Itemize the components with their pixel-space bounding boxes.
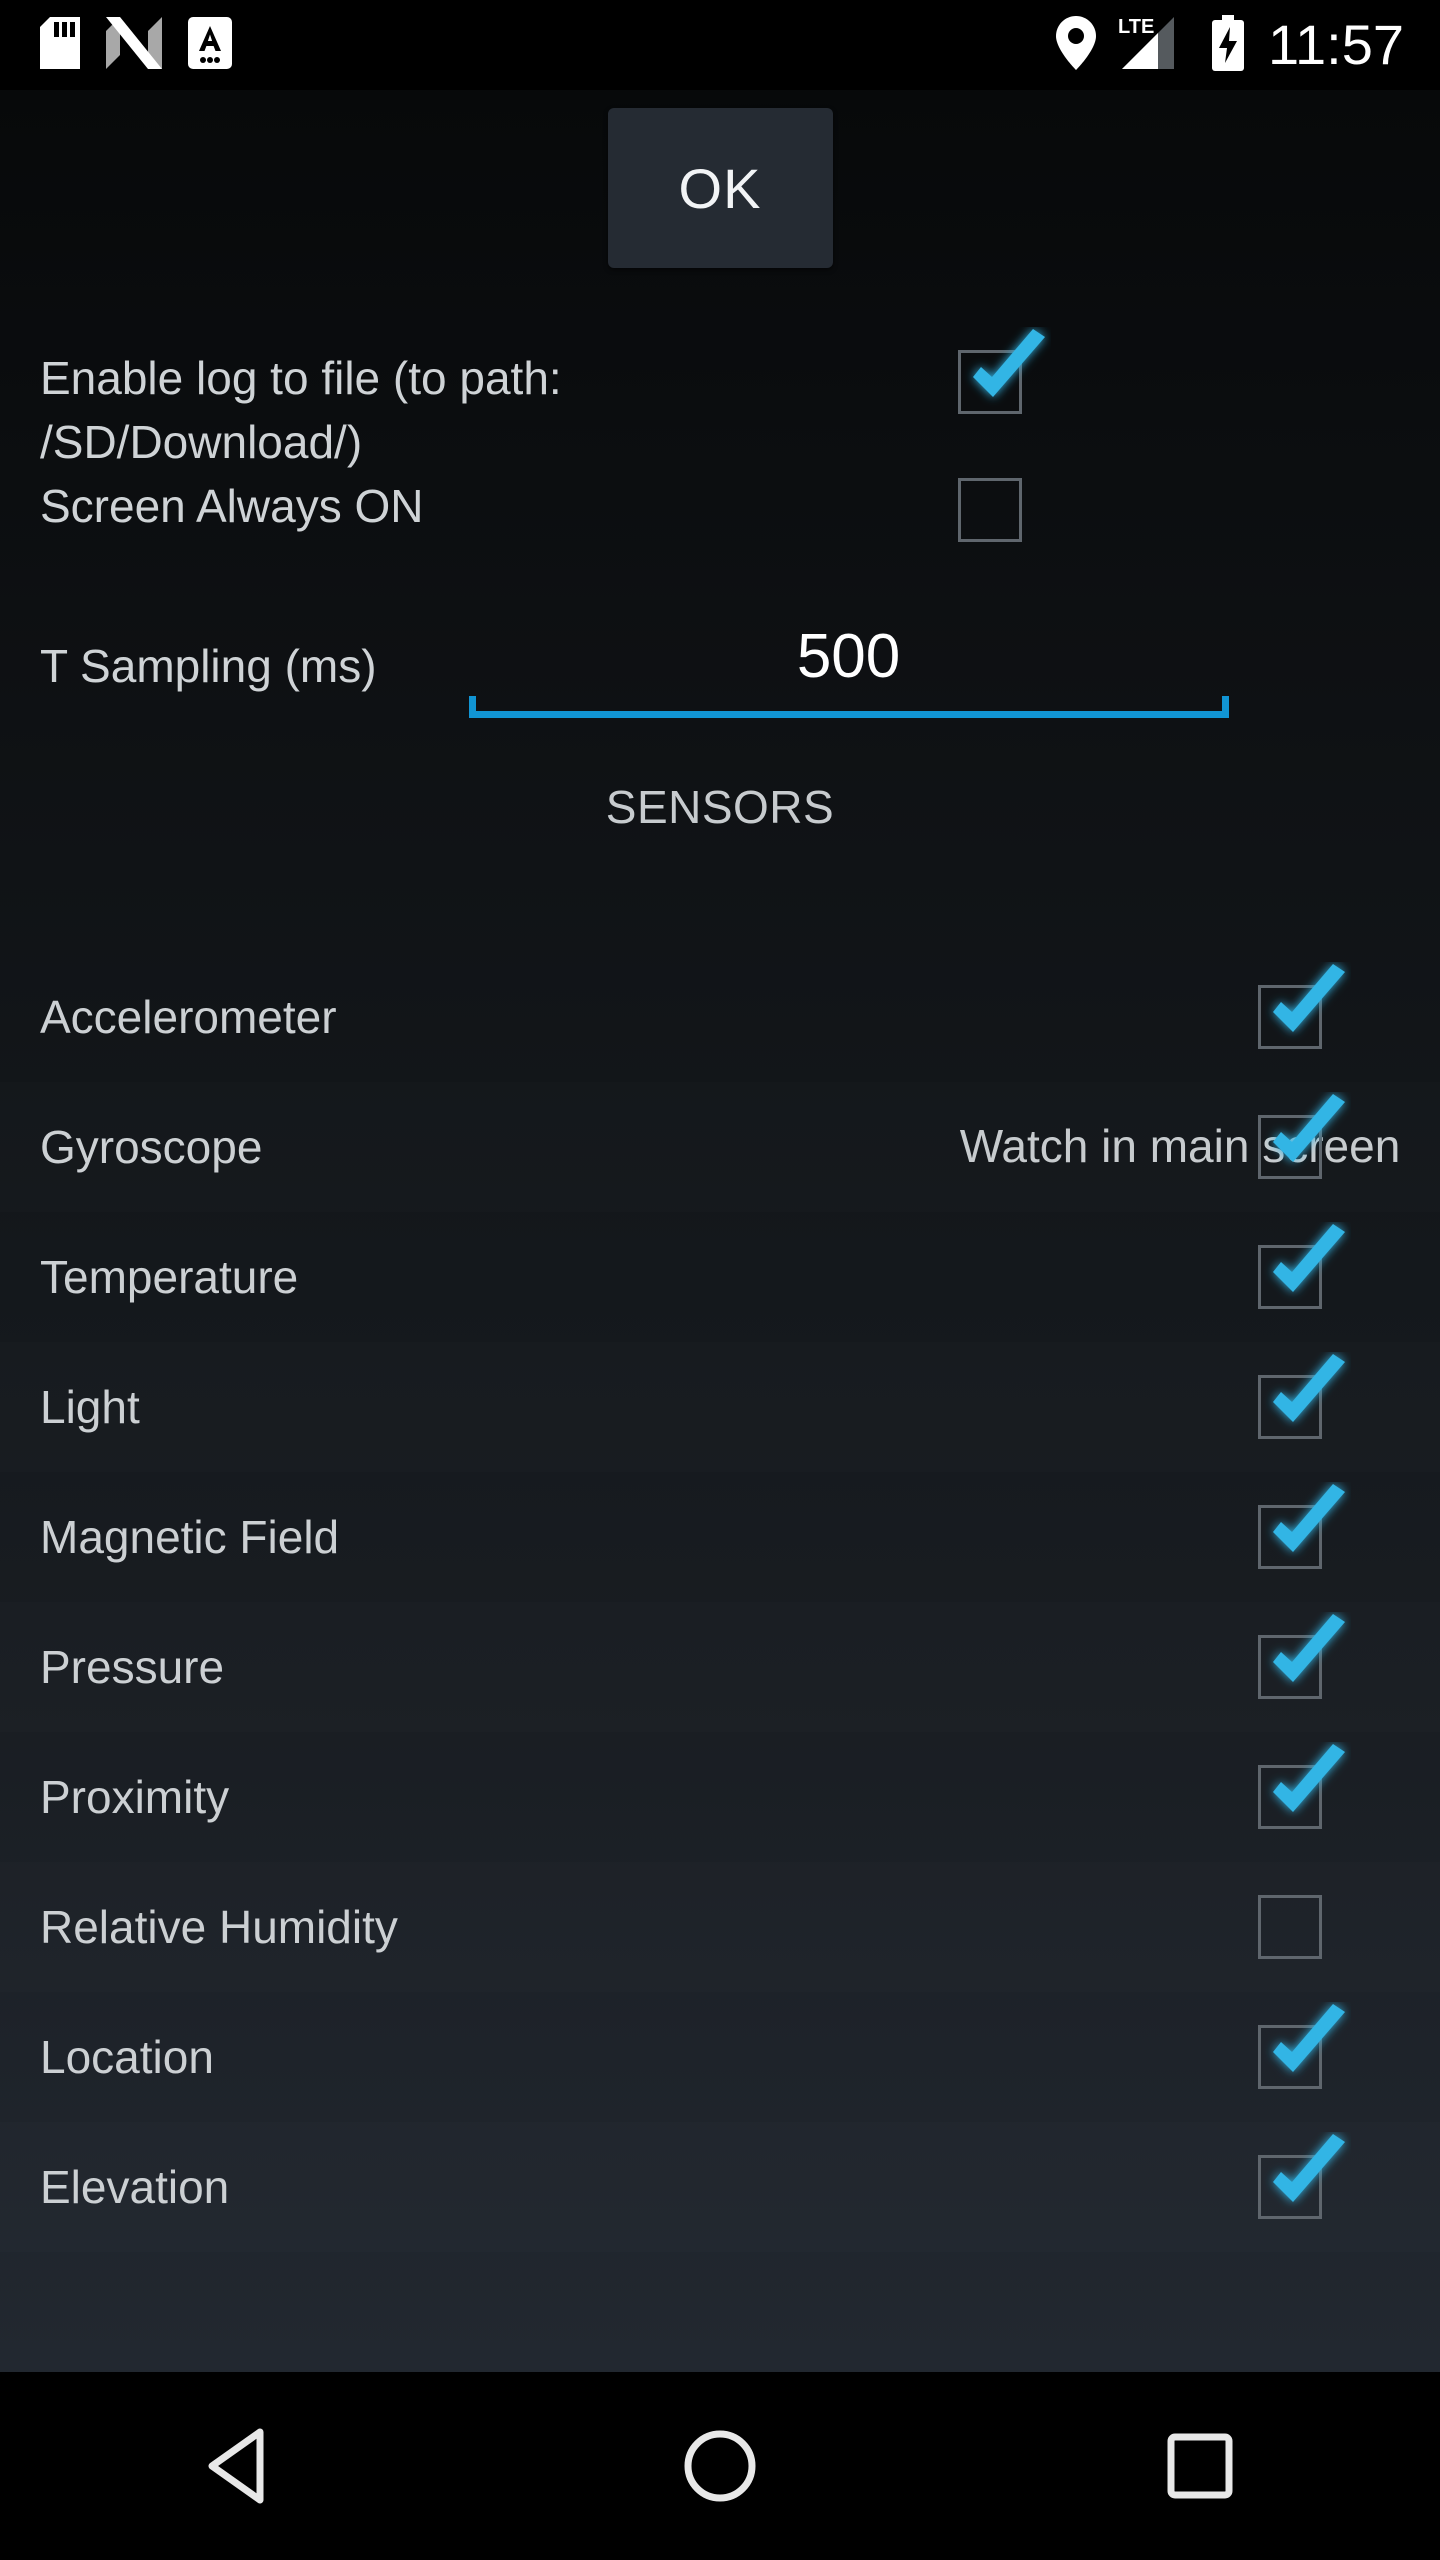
option-checkbox-cell-screen-always-on (840, 474, 1140, 542)
sensor-checkbox-cell-location (1140, 2004, 1440, 2089)
back-button[interactable] (170, 2406, 310, 2526)
checkbox-light[interactable] (1258, 1354, 1351, 1439)
options-list: Enable log to file (to path: /SD/Downloa… (0, 329, 1440, 570)
option-row-enable-log[interactable]: Enable log to file (to path: /SD/Downloa… (0, 329, 1440, 474)
location-pin-icon (1056, 15, 1097, 75)
sampling-underline (468, 696, 1229, 718)
sensor-label-gyroscope: Gyroscope (40, 1121, 263, 1173)
lte-signal-icon: LTE (1118, 15, 1188, 76)
checkbox-gyroscope[interactable] (1258, 1094, 1351, 1179)
checkbox-magnetic-field[interactable] (1258, 1484, 1351, 1569)
sensor-checkbox-cell-accelerometer (1140, 964, 1440, 1049)
sampling-input[interactable] (468, 614, 1229, 698)
sampling-field (468, 614, 1229, 718)
option-label-enable-log: Enable log to file (to path: /SD/Downloa… (40, 352, 562, 468)
checkbox-enable-log[interactable] (958, 329, 1051, 414)
status-bar-right-icons: LTE 11:57 (1056, 13, 1404, 76)
sd-card-icon (40, 16, 80, 74)
sensor-row-pressure[interactable]: Pressure (0, 1602, 1440, 1732)
sensor-checkbox-cell-gyroscope (1140, 1094, 1440, 1179)
sensor-checkbox-cell-relative-humidity (1140, 1895, 1440, 1959)
sampling-row: T Sampling (ms) (0, 614, 1440, 718)
checkbox-relative-humidity[interactable] (1258, 1895, 1322, 1959)
battery-charging-icon (1210, 14, 1246, 76)
home-button[interactable] (650, 2406, 790, 2526)
checkbox-proximity[interactable] (1258, 1744, 1351, 1829)
sensor-label-magnetic-field: Magnetic Field (40, 1511, 340, 1563)
settings-content: OK Enable log to file (to path: /SD/Down… (0, 90, 1440, 2372)
sensor-label-temperature: Temperature (40, 1251, 299, 1303)
svg-text:LTE: LTE (1118, 16, 1154, 38)
sensor-label-light: Light (40, 1381, 140, 1433)
android-screen: LTE 11:57 OK Enable log to file (to path… (0, 0, 1440, 2560)
sensor-row-location[interactable]: Location (0, 1992, 1440, 2122)
sensor-checkbox-cell-temperature (1140, 1224, 1440, 1309)
sensor-row-proximity[interactable]: Proximity (0, 1732, 1440, 1862)
checkbox-accelerometer[interactable] (1258, 964, 1351, 1049)
sensor-list: Accelerometer Gyroscope Temperature Light Ma… (0, 952, 1440, 2252)
sensor-checkbox-cell-pressure (1140, 1614, 1440, 1699)
sensor-row-elevation[interactable]: Elevation (0, 2122, 1440, 2252)
sampling-label: T Sampling (ms) (40, 640, 377, 692)
checkbox-screen-always-on[interactable] (958, 478, 1022, 542)
option-row-screen-always-on[interactable]: Screen Always ON (0, 474, 1440, 570)
sensor-label-accelerometer: Accelerometer (40, 991, 337, 1043)
navigation-bar (0, 2372, 1440, 2560)
option-checkbox-cell-enable-log (840, 329, 1140, 414)
status-bar: LTE 11:57 (0, 0, 1440, 90)
ok-button[interactable]: OK (607, 108, 833, 268)
sensor-label-location: Location (40, 2031, 214, 2083)
ok-button-row: OK (0, 90, 1440, 268)
sensor-label-elevation: Elevation (40, 2161, 230, 2213)
sensor-row-light[interactable]: Light (0, 1342, 1440, 1472)
status-bar-left-icons (40, 16, 232, 74)
checkbox-elevation[interactable] (1258, 2134, 1351, 2219)
sensor-checkbox-cell-proximity (1140, 1744, 1440, 1829)
sensor-checkbox-cell-magnetic-field (1140, 1484, 1440, 1569)
sensor-label-proximity: Proximity (40, 1771, 230, 1823)
checkbox-location[interactable] (1258, 2004, 1351, 2089)
sensor-checkbox-cell-light (1140, 1354, 1440, 1439)
sensor-row-accelerometer[interactable]: Accelerometer (0, 952, 1440, 1082)
sensor-row-gyroscope[interactable]: Gyroscope (0, 1082, 1440, 1212)
sensor-label-relative-humidity: Relative Humidity (40, 1901, 398, 1953)
sensor-row-temperature[interactable]: Temperature (0, 1212, 1440, 1342)
keyboard-input-method-icon (188, 16, 232, 74)
recents-button[interactable] (1130, 2406, 1270, 2526)
sensor-label-pressure: Pressure (40, 1641, 225, 1693)
sensor-row-magnetic-field[interactable]: Magnetic Field (0, 1472, 1440, 1602)
checkbox-temperature[interactable] (1258, 1224, 1351, 1309)
android-nougat-icon (106, 16, 162, 74)
checkbox-pressure[interactable] (1258, 1614, 1351, 1699)
option-label-screen-always-on: Screen Always ON (40, 480, 424, 532)
status-bar-clock: 11:57 (1268, 13, 1404, 76)
sensor-row-relative-humidity[interactable]: Relative Humidity (0, 1862, 1440, 1992)
sensors-section-title: SENSORS (605, 781, 835, 833)
sensor-checkbox-cell-elevation (1140, 2134, 1440, 2219)
